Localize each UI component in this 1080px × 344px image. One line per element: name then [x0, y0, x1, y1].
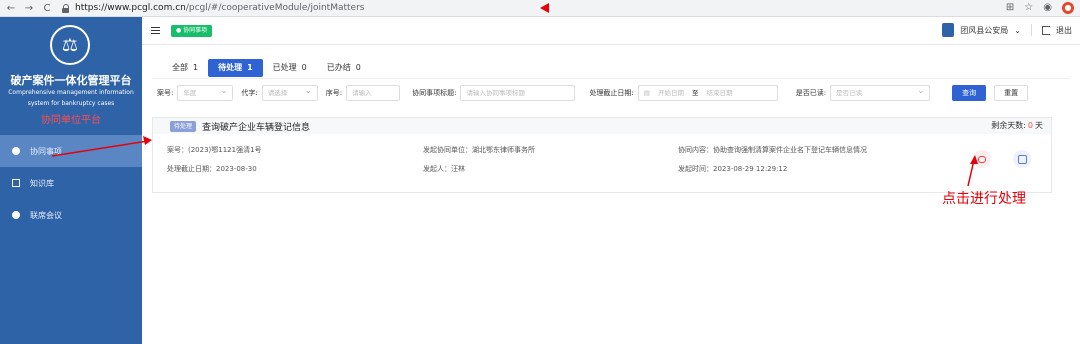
content-panel: 全部 1 待处理 1 已处理 0 已办结 0 案号: 年度 代字: 请选择 序号: 请输…: [152, 53, 1070, 193]
sidebar-item-label: 协同事项: [30, 146, 62, 156]
browser-toolbar-icons: ⊞ ☆ ◉ ●: [1006, 2, 1074, 14]
date-range-picker[interactable]: ▤ 开始日期 至 结束日期: [637, 85, 778, 101]
sidebar-item-knowledge-base[interactable]: 知识库: [0, 167, 142, 199]
remaining-days: 剩余天数: 0 天: [991, 120, 1043, 131]
tab-label: 已办结: [326, 63, 351, 72]
initiator-unit: 发起协同单位：湖北鄂东律师事务所: [423, 146, 535, 154]
deadline-date: 处理截止日期：2023-08-30: [167, 165, 257, 173]
platform-subtitle: 协同单位平台: [41, 115, 101, 126]
read-select[interactable]: 是否已读: [830, 84, 931, 101]
lock-icon: [62, 3, 70, 13]
tab-all[interactable]: 全部 1: [162, 59, 208, 77]
seq-label: 序号:: [325, 89, 343, 97]
date-to: 至: [691, 89, 699, 97]
code-label: 代字:: [241, 89, 258, 97]
year-select[interactable]: 年度: [177, 84, 234, 101]
remaining-value: 0: [1027, 121, 1033, 130]
card-title[interactable]: 查询破产企业车辆登记信息: [202, 120, 310, 133]
platform-title-en: Comprehensive management information sys…: [0, 87, 142, 109]
tab-count: 0: [355, 63, 361, 72]
logout-icon[interactable]: [1042, 25, 1050, 35]
address-bar[interactable]: https://www.pcgl.com.cn/pcgl/#/cooperati…: [62, 1, 364, 15]
start-date: 开始日期: [657, 89, 684, 97]
tab-pending[interactable]: 待处理 1: [208, 59, 263, 77]
user-area: 团风县公安局 ⌄ 退出: [942, 23, 1072, 37]
url-host: https://www.pcgl.com.cn: [75, 3, 186, 13]
tab-processed[interactable]: 已处理 0: [263, 59, 317, 77]
translate-icon[interactable]: ⊞: [1006, 2, 1014, 14]
extension-icon[interactable]: ●: [1062, 2, 1074, 14]
info-icon: [12, 147, 20, 155]
tab-count: 0: [301, 63, 307, 72]
avatar: [942, 23, 955, 37]
tab-count: 1: [247, 63, 253, 72]
annotation-text: 点击进行处理: [942, 191, 1026, 207]
sidebar-item-joint-meeting[interactable]: 联席会议: [0, 199, 142, 231]
query-button[interactable]: 查询: [952, 85, 987, 101]
remaining-unit: 天: [1035, 121, 1043, 130]
filter-bar: 案号: 年度 代字: 请选择 序号: 请输入 协同事项标题: 请输入协同事项标题…: [157, 84, 1029, 101]
cooperation-content: 协同内容：协助查询强制清算案件企业名下登记车辆信息情况: [678, 146, 867, 154]
platform-title-en-line2: system for bankruptcy cases: [27, 100, 115, 107]
code-select[interactable]: 请选择: [261, 84, 318, 101]
initiator: 发起人：汪林: [423, 165, 465, 173]
profile-icon[interactable]: ◉: [1043, 2, 1052, 14]
remaining-label: 剩余天数:: [991, 121, 1026, 130]
breadcrumb-tag[interactable]: ● 协同事项: [171, 24, 213, 37]
case-no-label: 案号:: [157, 89, 174, 97]
case-number: 案号：(2023)鄂1121强清1号: [167, 146, 262, 154]
tab-label: 已处理: [272, 63, 297, 72]
sidebar-item-label: 联席会议: [30, 210, 62, 220]
seq-input[interactable]: 请输入: [346, 85, 401, 101]
deadline-label: 处理截止日期:: [589, 89, 634, 97]
forward-icon[interactable]: →: [22, 3, 36, 14]
star-icon[interactable]: ☆: [1024, 2, 1033, 14]
top-header: ● 协同事项 团风县公安局 ⌄ 退出: [142, 17, 1080, 45]
tab-label: 待处理: [218, 63, 243, 72]
sent-time: 发起时间：2023-08-29 12:29:12: [678, 165, 788, 173]
logout-button[interactable]: 退出: [1056, 25, 1072, 36]
status-tabs: 全部 1 待处理 1 已处理 0 已办结 0: [162, 59, 371, 77]
chat-icon: [978, 155, 986, 163]
view-icon: [1017, 154, 1027, 164]
tab-closed[interactable]: 已办结 0: [317, 59, 371, 77]
end-date: 结束日期: [706, 89, 733, 97]
tab-count: 1: [193, 63, 199, 72]
platform-title: 破产案件一体化管理平台: [10, 74, 132, 87]
user-name[interactable]: 团风县公安局: [960, 25, 1008, 36]
tab-label: 全部: [172, 63, 188, 72]
reset-button[interactable]: 重置: [994, 85, 1029, 101]
menu-toggle-icon[interactable]: [151, 27, 160, 34]
matter-card: 待处理 查询破产企业车辆登记信息 剩余天数: 0 天 案号：(2023)鄂1121强…: [152, 117, 1052, 193]
status-badge: 待处理: [170, 120, 197, 132]
book-icon: [12, 179, 20, 187]
sidebar-menu: 协同事项 知识库 联席会议: [0, 135, 142, 231]
info-icon: [12, 211, 20, 219]
card-header: 待处理 查询破产企业车辆登记信息 剩余天数: 0 天: [153, 118, 1051, 134]
court-emblem-icon: ⚖: [50, 25, 90, 65]
sidebar-item-label: 知识库: [30, 178, 54, 188]
calendar-icon: ▤: [643, 89, 650, 97]
sidebar-item-cooperative-matters[interactable]: 协同事项: [0, 135, 142, 167]
back-icon[interactable]: ←: [4, 3, 18, 14]
read-label: 是否已读:: [795, 89, 827, 97]
title-input[interactable]: 请输入协同事项标题: [460, 85, 576, 101]
reload-icon[interactable]: C: [40, 3, 54, 14]
platform-title-en-line1: Comprehensive management information: [8, 89, 134, 96]
tabs-divider: [152, 78, 1070, 79]
sidebar: ⚖ 破产案件一体化管理平台 Comprehensive management i…: [0, 17, 142, 344]
divider: [1031, 24, 1032, 36]
view-details-button[interactable]: [1013, 150, 1031, 168]
url-path: /pcgl/#/cooperativeModule/jointMatters: [185, 3, 365, 13]
chevron-down-icon[interactable]: ⌄: [1014, 26, 1021, 35]
process-button[interactable]: [973, 150, 991, 168]
title-label: 协同事项标题:: [412, 89, 457, 97]
annotation-arrow-top: [540, 3, 549, 13]
